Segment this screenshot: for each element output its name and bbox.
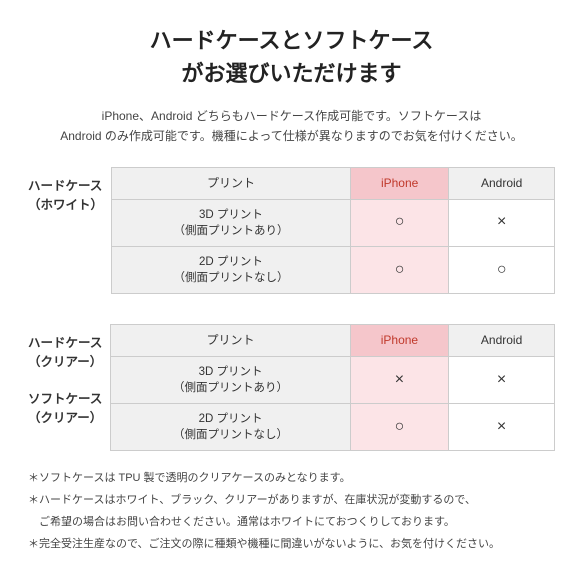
footer-note-3: ご希望の場合はお問い合わせください。通常はホワイトにておつくりしております。 [28, 513, 555, 533]
col-header-print-1: プリント [112, 167, 351, 199]
android-val-1-0: × [449, 199, 555, 246]
footer-note-1: ＊ソフトケースは TPU 製で透明のクリアケースのみとなります。 [28, 469, 555, 489]
print-label-2-0: 3D プリント（側面プリントあり） [111, 356, 350, 403]
section-hard-white: ハードケース （ホワイト） プリント iPhone Android 3D プリン… [28, 167, 555, 294]
row-label-2: ハードケース （クリアー） ソフトケース （クリアー） [28, 324, 110, 428]
android-val-2-0: × [449, 356, 555, 403]
section-clear: ハードケース （クリアー） ソフトケース （クリアー） プリント iPhone … [28, 324, 555, 451]
table-clear: プリント iPhone Android 3D プリント（側面プリントあり） × … [110, 324, 555, 451]
subtitle: iPhone、Android どちらもハードケース作成可能です。ソフトケースはA… [28, 106, 555, 147]
iphone-val-2-0: × [350, 356, 449, 403]
print-label-1-1: 2D プリント（側面プリントなし） [112, 246, 351, 293]
col-header-android-2: Android [449, 324, 555, 356]
footer-note-2: ＊ハードケースはホワイト、ブラック、クリアーがありますが、在庫状況が変動するので… [28, 491, 555, 511]
iphone-val-1-1: ○ [350, 246, 448, 293]
iphone-val-1-0: ○ [350, 199, 448, 246]
col-header-iphone-1: iPhone [350, 167, 448, 199]
col-header-iphone-2: iPhone [350, 324, 449, 356]
table-row: 3D プリント（側面プリントあり） ○ × [112, 199, 555, 246]
table-row: 3D プリント（側面プリントあり） × × [111, 356, 555, 403]
table-hard-white: プリント iPhone Android 3D プリント（側面プリントあり） ○ … [111, 167, 555, 294]
print-label-1-0: 3D プリント（側面プリントあり） [112, 199, 351, 246]
table-row: 2D プリント（側面プリントなし） ○ × [111, 403, 555, 450]
footer-notes: ＊ソフトケースは TPU 製で透明のクリアケースのみとなります。 ＊ハードケース… [28, 469, 555, 554]
row-label-1: ハードケース （ホワイト） [28, 167, 111, 215]
android-val-2-1: × [449, 403, 555, 450]
col-header-android-1: Android [449, 167, 555, 199]
table-wrapper-1: ハードケース （ホワイト） プリント iPhone Android 3D プリン… [28, 167, 555, 294]
col-header-print-2: プリント [111, 324, 350, 356]
iphone-val-2-1: ○ [350, 403, 449, 450]
print-label-2-1: 2D プリント（側面プリントなし） [111, 403, 350, 450]
table-row: 2D プリント（側面プリントなし） ○ ○ [112, 246, 555, 293]
table-wrapper-2: ハードケース （クリアー） ソフトケース （クリアー） プリント iPhone … [28, 324, 555, 451]
main-title: ハードケースとソフトケース がお選びいただけます [28, 24, 555, 90]
android-val-1-1: ○ [449, 246, 555, 293]
footer-note-4: ＊完全受注生産なので、ご注文の際に種類や機種に間違いがないように、お気を付けくだ… [28, 535, 555, 555]
